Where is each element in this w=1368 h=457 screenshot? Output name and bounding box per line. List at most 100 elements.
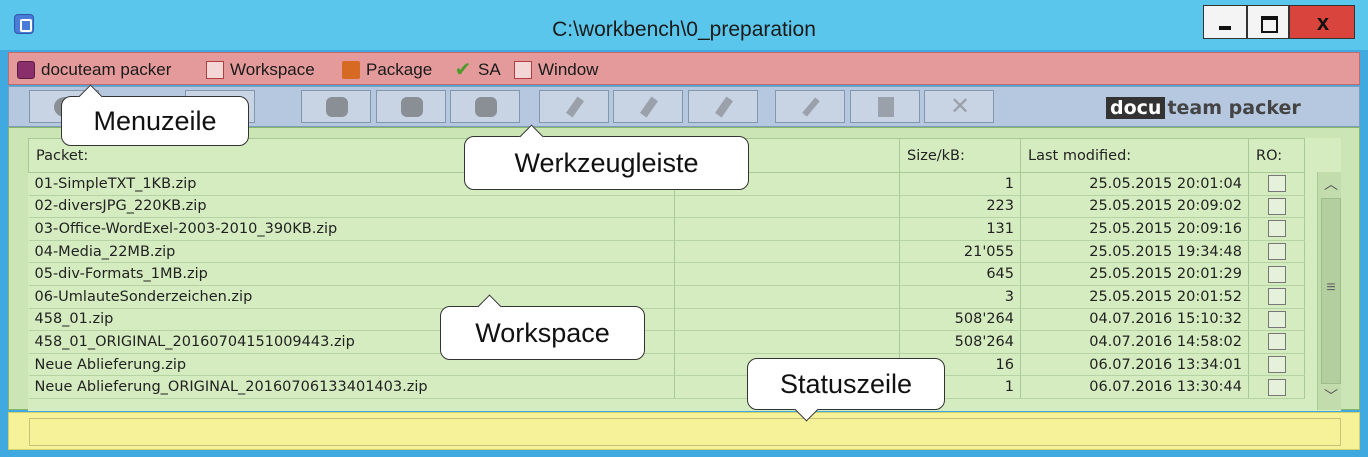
package-box-icon — [17, 61, 35, 79]
minimize-button[interactable] — [1203, 5, 1247, 39]
ro-checkbox[interactable] — [1267, 288, 1286, 306]
packet-y — [674, 217, 900, 241]
title-bar[interactable]: C:\workbench\0_preparation x — [0, 0, 1368, 50]
packet-size: 131 — [899, 217, 1021, 241]
table-row[interactable]: 458_01_ORIGINAL_20160704151009443.zip 508… — [28, 330, 1305, 354]
packet-name: 06-UmlauteSonderzeichen.zip — [28, 285, 675, 309]
packet-y — [674, 330, 900, 354]
table-row[interactable]: 03-Office-WordExel-2003-2010_390KB.zip 13… — [28, 217, 1305, 241]
database-button[interactable] — [450, 90, 520, 123]
ro-cell — [1248, 217, 1305, 241]
database-add-icon — [401, 97, 423, 117]
app-window: C:\workbench\0_preparation x docuteam pa… — [0, 0, 1368, 457]
brand-logo: docu team packer — [1106, 96, 1301, 120]
packet-size: 21'055 — [899, 240, 1021, 264]
menu-item-sa[interactable]: ✔ SA — [454, 59, 501, 81]
ro-checkbox[interactable] — [1267, 243, 1286, 261]
scroll-up-icon[interactable]: ︿ — [1318, 174, 1341, 196]
packet-last-modified: 06.07.2016 13:34:01 — [1020, 353, 1249, 377]
packet-y — [674, 285, 900, 309]
packet-size: 223 — [899, 195, 1021, 219]
table-row[interactable]: 458_01.zip 508'264 04.07.2016 15:10:32 — [28, 308, 1305, 332]
packet-y — [674, 262, 900, 286]
table-row[interactable]: Neue Ablieferung.zip 16 06.07.2016 13:34:0… — [28, 353, 1305, 377]
table-row[interactable]: Neue Ablieferung_ORIGINAL_20160706133401… — [28, 375, 1305, 399]
packet-last-modified: 25.05.2015 19:34:48 — [1020, 240, 1249, 264]
wrench-disabled-icon — [639, 96, 659, 118]
column-header-ro[interactable]: RO: — [1248, 138, 1305, 173]
packet-last-modified: 25.05.2015 20:01:52 — [1020, 285, 1249, 309]
packet-name: 02-diversJPG_220KB.zip — [28, 195, 675, 219]
vertical-scrollbar[interactable]: ︿ ≡ ﹀ — [1317, 172, 1341, 410]
check-icon: ✔ — [454, 59, 472, 81]
wrench-icon — [565, 96, 585, 118]
brand-logo-part-b: team packer — [1167, 97, 1301, 119]
menu-bar: docuteam packer Workspace Package ✔ SA W… — [8, 52, 1360, 85]
document-button[interactable] — [850, 90, 920, 123]
packet-y — [674, 240, 900, 264]
window-icon — [514, 61, 532, 79]
wrench-button[interactable] — [539, 90, 609, 123]
ro-cell — [1248, 262, 1305, 286]
packet-name: 03-Office-WordExel-2003-2010_390KB.zip — [28, 217, 675, 241]
scroll-thumb[interactable]: ≡ — [1321, 198, 1341, 384]
wrench-disabled-icon — [714, 96, 734, 118]
packet-size: 1 — [899, 172, 1021, 196]
document-icon — [878, 97, 894, 117]
packet-size: 3 — [899, 285, 1021, 309]
package-icon — [342, 61, 360, 79]
database-edit-button[interactable] — [301, 90, 371, 123]
database-edit-icon — [326, 97, 348, 117]
packet-last-modified: 04.07.2016 14:58:02 — [1020, 330, 1249, 354]
ro-checkbox[interactable] — [1267, 175, 1286, 193]
packet-name: Neue Ablieferung_ORIGINAL_20160706133401… — [28, 375, 675, 399]
callout-werkzeugleiste: Werkzeugleiste — [464, 136, 749, 190]
ro-checkbox[interactable] — [1267, 333, 1286, 351]
workspace-icon — [206, 61, 224, 79]
packet-name: 04-Media_22MB.zip — [28, 240, 675, 264]
delete-button[interactable]: ✕ — [924, 90, 994, 123]
wrench-button-3[interactable] — [688, 90, 758, 123]
ro-cell — [1248, 240, 1305, 264]
wrench-button-2[interactable] — [613, 90, 683, 123]
table-row[interactable]: 02-diversJPG_220KB.zip 223 25.05.2015 20:0… — [28, 195, 1305, 219]
ro-checkbox[interactable] — [1267, 310, 1286, 328]
table-row[interactable]: 04-Media_22MB.zip 21'055 25.05.2015 19:34:… — [28, 240, 1305, 264]
packet-y — [674, 195, 900, 219]
packet-size: 645 — [899, 262, 1021, 286]
menu-item-workspace[interactable]: Workspace — [206, 59, 315, 81]
ro-cell — [1248, 308, 1305, 332]
table-row[interactable]: 06-UmlauteSonderzeichen.zip 3 25.05.2015 2… — [28, 285, 1305, 309]
brand-logo-part-a: docu — [1106, 97, 1166, 119]
column-header-size[interactable]: Size/kB: — [899, 138, 1021, 173]
packet-last-modified: 25.05.2015 20:09:02 — [1020, 195, 1249, 219]
menu-item-package[interactable]: Package — [342, 59, 432, 81]
ro-checkbox[interactable] — [1267, 356, 1286, 374]
delete-icon: ✕ — [949, 93, 971, 120]
ro-cell — [1248, 375, 1305, 399]
table-row[interactable]: 05-div-Formats_1MB.zip 645 25.05.2015 20:0… — [28, 262, 1305, 286]
status-field — [29, 418, 1341, 446]
packet-y — [674, 308, 900, 332]
menu-item-window[interactable]: Window — [514, 59, 598, 81]
ro-checkbox[interactable] — [1267, 378, 1286, 396]
window-title: C:\workbench\0_preparation — [552, 18, 816, 41]
grip-icon: ≡ — [1326, 279, 1336, 296]
packet-name: 05-div-Formats_1MB.zip — [28, 262, 675, 286]
menu-item-docuteam-packer[interactable]: docuteam packer — [17, 59, 171, 81]
packet-last-modified: 06.07.2016 13:30:44 — [1020, 375, 1249, 399]
ro-checkbox[interactable] — [1267, 220, 1286, 238]
maximize-button[interactable] — [1247, 5, 1289, 39]
close-button[interactable]: x — [1289, 5, 1355, 39]
menu-item-label: SA — [478, 60, 501, 79]
packet-size: 508'264 — [899, 330, 1021, 354]
ro-cell — [1248, 353, 1305, 377]
edit-button[interactable] — [775, 90, 845, 123]
ro-checkbox[interactable] — [1267, 197, 1286, 215]
scroll-down-icon[interactable]: ﹀ — [1318, 386, 1341, 408]
ro-checkbox[interactable] — [1267, 265, 1286, 283]
pencil-icon — [802, 97, 820, 117]
menu-item-label: Package — [366, 60, 433, 79]
database-add-button[interactable] — [376, 90, 446, 123]
column-header-last-modified[interactable]: Last modified: — [1020, 138, 1249, 173]
